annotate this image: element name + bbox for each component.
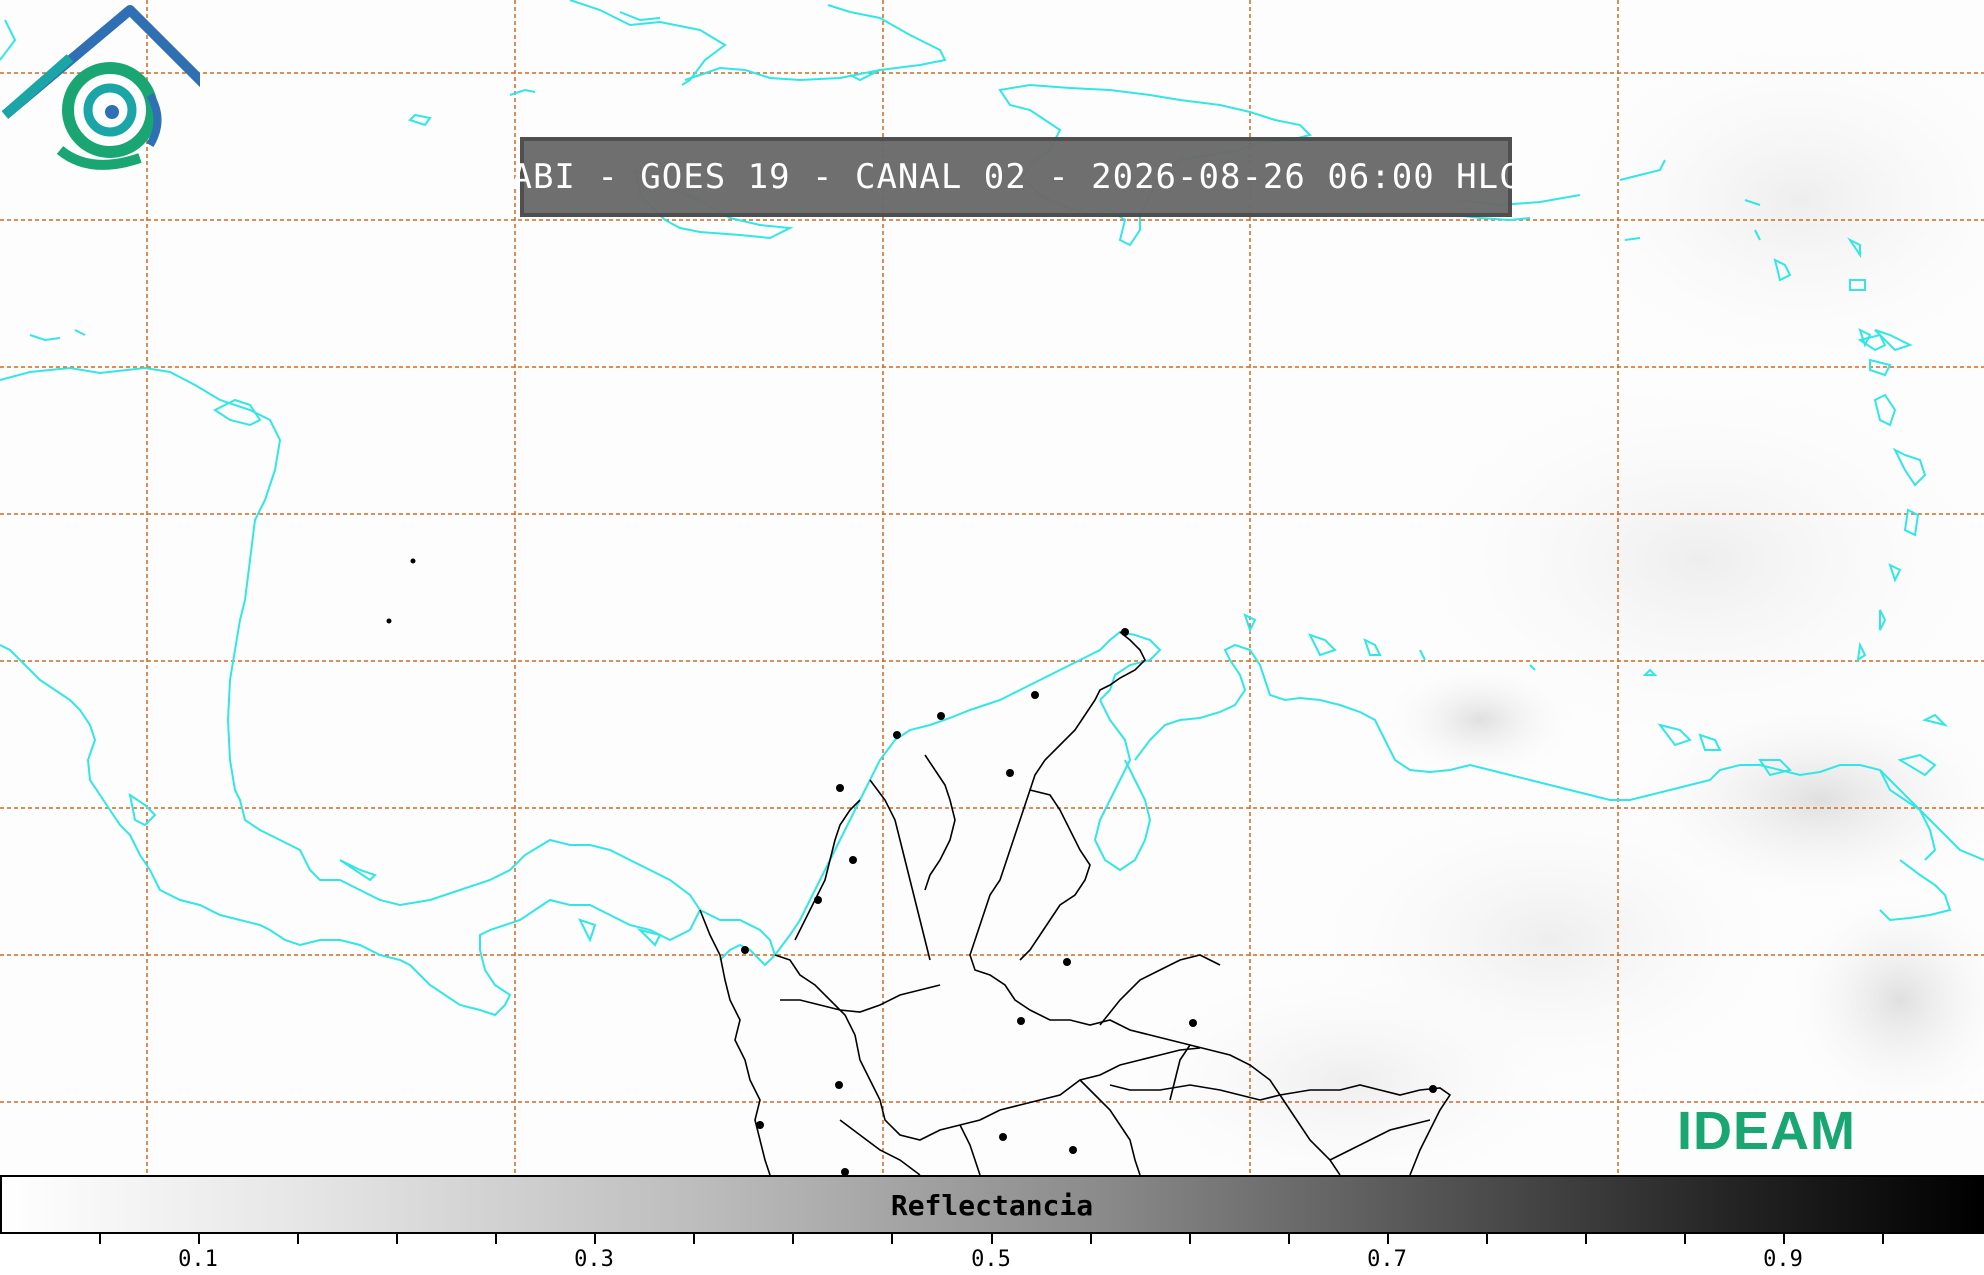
colorbar-tick: [495, 1232, 497, 1244]
colorbar-tick: [792, 1232, 794, 1244]
colorbar-tick-label: 0.5: [971, 1247, 1011, 1272]
colorbar-tick-label: 0.9: [1763, 1247, 1803, 1272]
colorbar-tick: [1288, 1232, 1290, 1244]
map-title-box: ABI - GOES 19 - CANAL 02 - 2026-08-26 06…: [511, 137, 1520, 217]
colorbar-tick: [1783, 1232, 1785, 1244]
satellite-map: ABI - GOES 19 - CANAL 02 - 2026-08-26 06…: [0, 0, 1984, 1175]
colorbar-tick-label: 0.3: [574, 1247, 614, 1272]
colorbar-tick: [1486, 1232, 1488, 1244]
colorbar-tick: [198, 1232, 200, 1244]
colorbar-tick: [99, 1232, 101, 1244]
map-figure: ABI - GOES 19 - CANAL 02 - 2026-08-26 06…: [0, 0, 1984, 1275]
colorbar-tick: [297, 1232, 299, 1244]
colorbar-tick: [1882, 1232, 1884, 1244]
colorbar: Reflectancia 0.1 0.3 0.5 0.7 0.9: [0, 1175, 1984, 1275]
colorbar-tick: [693, 1232, 695, 1244]
colorbar-tick-label: 0.1: [178, 1247, 218, 1272]
ideam-logo-icon: [1, 5, 200, 170]
colorbar-tick: [594, 1232, 596, 1244]
colorbar-tick: [1585, 1232, 1587, 1244]
colorbar-label: Reflectancia: [890, 1189, 1094, 1222]
colorbar-tick: [1090, 1232, 1092, 1244]
ideam-logo-text: IDEAM: [1677, 1101, 1856, 1161]
colorbar-tick: [991, 1232, 993, 1244]
colorbar-tick: [396, 1232, 398, 1244]
colorbar-tick: [1684, 1232, 1686, 1244]
colorbar-tick: [1387, 1232, 1389, 1244]
colorbar-tick: [1189, 1232, 1191, 1244]
map-title: ABI - GOES 19 - CANAL 02 - 2026-08-26 06…: [511, 157, 1521, 197]
colorbar-tick-label: 0.7: [1367, 1247, 1407, 1272]
colorbar-tick: [891, 1232, 893, 1244]
